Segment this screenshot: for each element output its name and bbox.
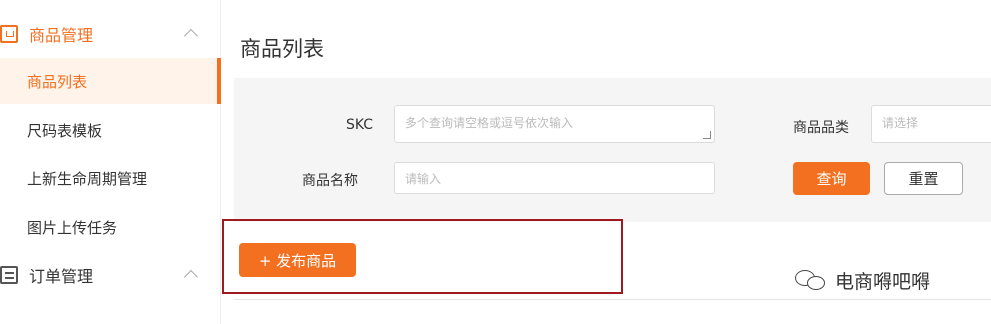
chevron-up-icon[interactable]	[183, 269, 199, 285]
publish-product-button[interactable]: + 发布商品	[239, 243, 356, 277]
sidebar-item-image-upload-tasks[interactable]: 图片上传任务	[0, 204, 221, 250]
reset-button[interactable]: 重置	[884, 162, 963, 195]
sidebar-item-product-list[interactable]: 商品列表	[0, 58, 221, 104]
skc-label: SKC	[346, 117, 374, 133]
product-category-select[interactable]: 请选择	[871, 105, 991, 143]
filter-panel	[234, 78, 991, 222]
product-name-input[interactable]: 请输入	[394, 162, 715, 194]
watermark: 电商嘚吧嘚	[795, 264, 930, 296]
skc-textarea[interactable]: 多个查询请空格或逗号依次输入	[394, 105, 715, 143]
sidebar-item-label: 尺码表模板	[27, 121, 103, 140]
order-icon	[0, 266, 18, 284]
sidebar-item-label: 上新生命周期管理	[27, 169, 148, 188]
sidebar-group-product-management[interactable]: 商品管理	[0, 14, 221, 54]
query-button[interactable]: 查询	[793, 162, 870, 195]
sidebar: 商品管理 商品列表 尺码表模板 上新生命周期管理 图片上传任务 订单管理	[0, 0, 221, 324]
wechat-icon	[795, 268, 829, 292]
sidebar-group-order-management[interactable]: 订单管理	[0, 255, 221, 295]
sidebar-group-label: 订单管理	[29, 267, 94, 286]
sidebar-item-new-lifecycle-management[interactable]: 上新生命周期管理	[0, 155, 221, 201]
sidebar-item-label: 图片上传任务	[27, 218, 118, 237]
chevron-up-icon[interactable]	[183, 28, 199, 44]
watermark-text: 电商嘚吧嘚	[835, 270, 931, 293]
product-name-label: 商品名称	[302, 173, 358, 189]
sidebar-item-size-chart-template[interactable]: 尺码表模板	[0, 107, 221, 153]
page-title: 商品列表	[240, 37, 324, 61]
product-icon	[0, 25, 18, 43]
product-category-label: 商品品类	[793, 120, 849, 136]
sidebar-item-label: 商品列表	[27, 72, 88, 91]
sidebar-group-label: 商品管理	[29, 26, 94, 45]
